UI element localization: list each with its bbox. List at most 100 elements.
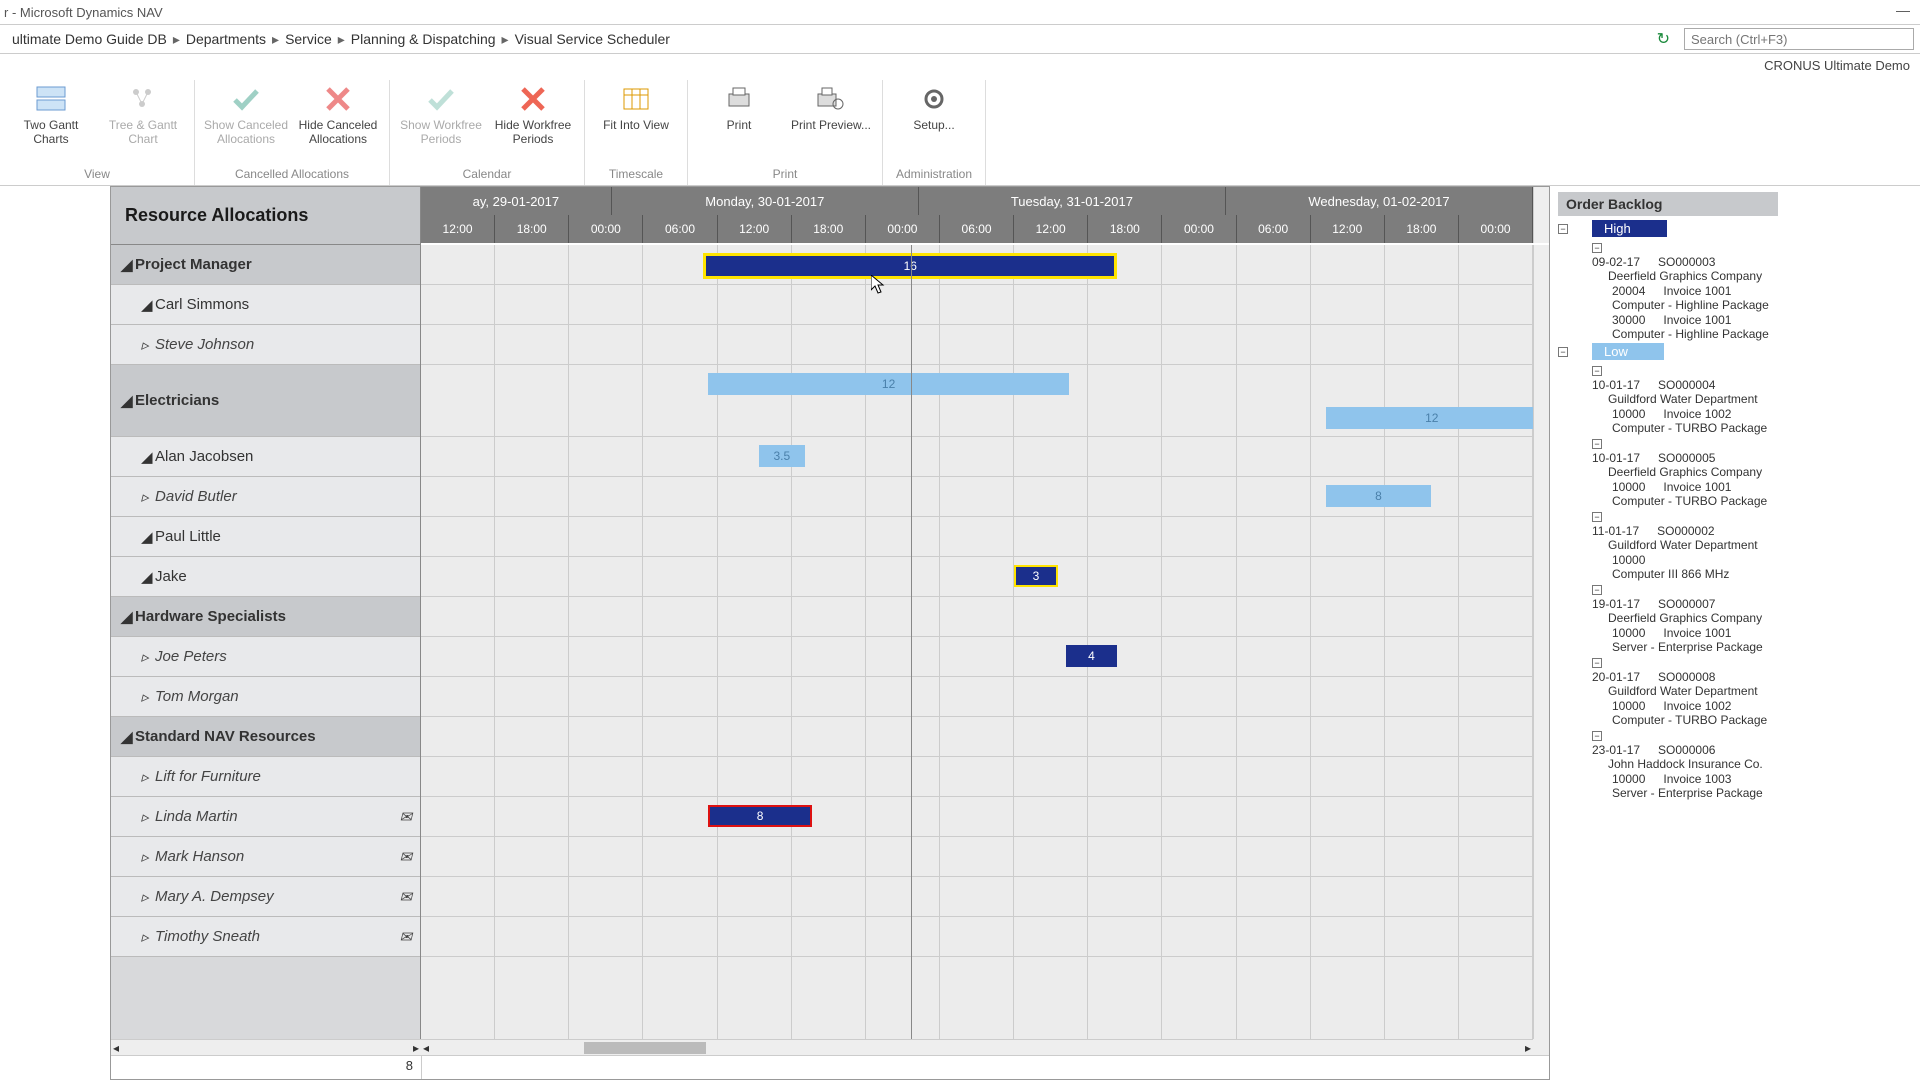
allocation-bar[interactable]: 16 [703,253,1117,279]
allocation-bar[interactable]: 4 [1066,645,1117,667]
timeline-row[interactable] [421,597,1533,637]
expand-icon[interactable]: ◢ [121,392,135,410]
collapse-icon[interactable]: − [1592,731,1602,741]
resource-group[interactable]: ◢ Hardware Specialists [111,597,420,637]
expand-icon[interactable]: ◢ [121,728,135,746]
backlog-line[interactable]: 10000Invoice 1003Server - Enterprise Pac… [1558,771,1916,800]
collapse-icon[interactable]: − [1592,658,1602,668]
expand-icon[interactable]: ▹ [141,928,155,946]
expand-icon[interactable]: ▹ [141,688,155,706]
backlog-order[interactable]: −09-02-17SO000003Deerfield Graphics Comp… [1558,239,1916,283]
hide-canceled-button[interactable]: Hide Canceled Allocations [295,80,381,146]
timeline-row[interactable] [421,797,1533,837]
backlog-line[interactable]: 10000Invoice 1002Computer - TURBO Packag… [1558,698,1916,727]
allocation-bar[interactable]: 8 [708,805,813,827]
resource-group[interactable]: ◢ Project Manager [111,245,420,285]
resource-group[interactable]: ◢ Standard NAV Resources [111,717,420,757]
allocation-bar[interactable]: 3.5 [759,445,805,467]
collapse-icon[interactable]: − [1592,366,1602,376]
allocation-bar[interactable]: 8 [1326,485,1431,507]
resource-list[interactable]: ◢ Project Manager◢ Carl Simmons▹ Steve J… [111,245,421,1039]
breadcrumb-item[interactable]: Visual Service Scheduler [509,31,676,47]
minimize-icon[interactable]: — [1896,2,1910,18]
allocation-bar[interactable]: 3 [1014,565,1058,587]
resource-row[interactable]: ▹ Mary A. Dempsey✉ [111,877,420,917]
backlog-tree[interactable]: − High −09-02-17SO000003Deerfield Graphics… [1558,216,1916,800]
backlog-order[interactable]: −10-01-17SO000004Guildford Water Departm… [1558,362,1916,406]
expand-icon[interactable]: ▹ [141,648,155,666]
backlog-line[interactable]: 10000Computer III 866 MHz [1558,552,1916,581]
backlog-order[interactable]: −19-01-17SO000007Deerfield Graphics Comp… [1558,581,1916,625]
expand-icon[interactable]: ▹ [141,848,155,866]
timeline-row[interactable] [421,717,1533,757]
resource-row[interactable]: ◢ Jake [111,557,420,597]
backlog-line[interactable]: 30000Invoice 1001Computer - Highline Pac… [1558,312,1916,341]
resource-row[interactable]: ◢ Carl Simmons [111,285,420,325]
horizontal-scrollbar[interactable]: ◂▸ [421,1039,1533,1055]
resource-row[interactable]: ▹ Steve Johnson [111,325,420,365]
resource-row[interactable]: ◢ Alan Jacobsen [111,437,420,477]
backlog-order[interactable]: −11-01-17SO000002Guildford Water Departm… [1558,508,1916,552]
vertical-scrollbar[interactable] [1533,187,1549,243]
timeline-row[interactable] [421,837,1533,877]
resource-row[interactable]: ▹ David Butler [111,477,420,517]
timeline-row[interactable] [421,757,1533,797]
hide-workfree-button[interactable]: Hide Workfree Periods [490,80,576,146]
collapse-icon[interactable]: − [1592,243,1602,253]
show-workfree-button[interactable]: Show Workfree Periods [398,80,484,146]
timeline-row[interactable] [421,285,1533,325]
collapse-icon[interactable]: − [1592,512,1602,522]
show-canceled-button[interactable]: Show Canceled Allocations [203,80,289,146]
resource-row[interactable]: ▹ Lift for Furniture [111,757,420,797]
timeline-grid[interactable]: 16 12 12 3.5 8 3 4 8 [421,245,1533,1039]
timeline-row[interactable] [421,637,1533,677]
timeline-row[interactable] [421,517,1533,557]
backlog-line[interactable]: 10000Invoice 1002Computer - TURBO Packag… [1558,406,1916,435]
timeline-row[interactable] [421,325,1533,365]
priority-badge[interactable]: Low [1592,343,1664,360]
expand-icon[interactable]: ▹ [141,888,155,906]
fit-into-view-button[interactable]: Fit Into View [593,80,679,132]
breadcrumb-item[interactable]: Service [279,31,338,47]
breadcrumb-item[interactable]: Planning & Dispatching [345,31,502,47]
resource-row[interactable]: ▹ Linda Martin✉ [111,797,420,837]
horizontal-scrollbar[interactable]: ◂▸ [111,1039,421,1055]
expand-icon[interactable]: ◢ [141,448,155,466]
two-gantt-charts-button[interactable]: Two Gantt Charts [8,80,94,146]
backlog-line[interactable]: 20004Invoice 1001Computer - Highline Pac… [1558,283,1916,312]
print-preview-button[interactable]: Print Preview... [788,80,874,132]
timeline-row[interactable] [421,877,1533,917]
refresh-icon[interactable]: ↻ [1651,29,1676,49]
expand-icon[interactable]: ◢ [121,608,135,626]
resource-row[interactable]: ◢ Paul Little [111,517,420,557]
resource-group[interactable]: ◢ Electricians [111,365,420,437]
tree-gantt-chart-button[interactable]: Tree & Gantt Chart [100,80,186,146]
collapse-icon[interactable]: − [1592,439,1602,449]
timeline-row[interactable] [421,677,1533,717]
vertical-scrollbar[interactable] [1533,245,1549,1039]
backlog-order[interactable]: −20-01-17SO000008Guildford Water Departm… [1558,654,1916,698]
expand-icon[interactable]: ▹ [141,336,155,354]
backlog-line[interactable]: 10000Invoice 1001Server - Enterprise Pac… [1558,625,1916,654]
timeline-row[interactable] [421,557,1533,597]
allocation-bar[interactable]: 12 [1326,407,1533,429]
collapse-icon[interactable]: − [1558,224,1568,234]
expand-icon[interactable]: ▹ [141,768,155,786]
timeline-row[interactable] [421,437,1533,477]
expand-icon[interactable]: ◢ [121,256,135,274]
resource-row[interactable]: ▹ Timothy Sneath✉ [111,917,420,957]
timeline-row[interactable] [421,917,1533,957]
expand-icon[interactable]: ◢ [141,528,155,546]
backlog-line[interactable]: 10000Invoice 1001Computer - TURBO Packag… [1558,479,1916,508]
allocation-bar[interactable]: 12 [708,373,1069,395]
expand-icon[interactable]: ▹ [141,808,155,826]
backlog-order[interactable]: −10-01-17SO000005Deerfield Graphics Comp… [1558,435,1916,479]
resource-row[interactable]: ▹ Tom Morgan [111,677,420,717]
resource-row[interactable]: ▹ Joe Peters [111,637,420,677]
backlog-order[interactable]: −23-01-17SO000006John Haddock Insurance … [1558,727,1916,771]
priority-badge[interactable]: High [1592,220,1667,237]
setup-button[interactable]: Setup... [891,80,977,132]
resource-row[interactable]: ▹ Mark Hanson✉ [111,837,420,877]
collapse-icon[interactable]: − [1592,585,1602,595]
print-button[interactable]: Print [696,80,782,132]
